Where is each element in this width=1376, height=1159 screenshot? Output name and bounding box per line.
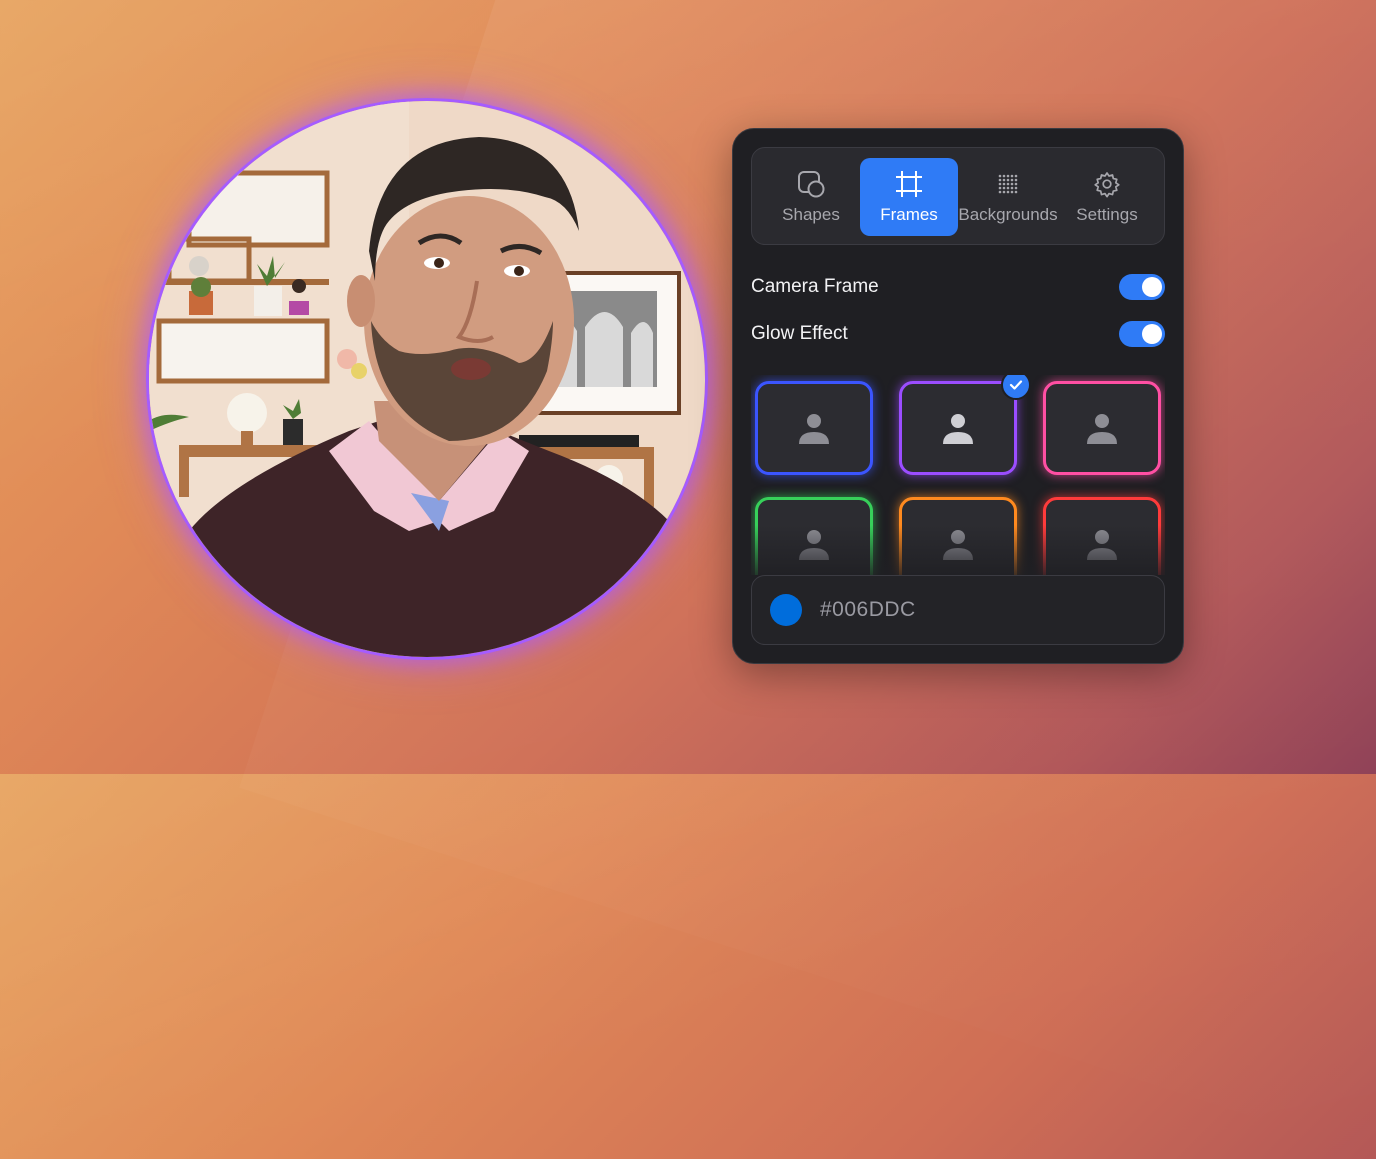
camera-frame-label: Camera Frame — [751, 276, 879, 297]
camera-preview[interactable] — [146, 98, 708, 660]
tab-label: Frames — [880, 205, 938, 224]
tab-label: Settings — [1076, 205, 1138, 224]
color-hex-field[interactable]: #006DDC — [751, 575, 1165, 645]
color-swatch[interactable] — [770, 594, 802, 626]
tab-bar: Shapes Frames Backgrounds Settings — [751, 147, 1165, 245]
toggle-knob — [1142, 324, 1162, 344]
frame-option-blue[interactable] — [755, 381, 873, 475]
camera-frame-toggle[interactable] — [1119, 274, 1165, 300]
person-icon — [1087, 414, 1117, 444]
frame-crop-icon — [896, 171, 922, 197]
selected-check-icon — [1001, 375, 1031, 400]
person-icon — [799, 414, 829, 444]
gear-icon — [1094, 172, 1120, 198]
tab-settings[interactable]: Settings — [1058, 158, 1156, 236]
camera-frame-row: Camera Frame — [751, 272, 1165, 302]
glow-effect-label: Glow Effect — [751, 323, 848, 344]
tab-label: Shapes — [782, 205, 840, 224]
frames-panel: Shapes Frames Backgrounds Settings Camer… — [732, 128, 1184, 664]
glow-effect-toggle[interactable] — [1119, 321, 1165, 347]
color-hex-value: #006DDC — [820, 598, 916, 621]
frame-style-grid — [751, 375, 1165, 575]
toggle-knob — [1142, 277, 1162, 297]
tab-frames[interactable]: Frames — [860, 158, 958, 236]
glow-effect-row: Glow Effect — [751, 319, 1165, 349]
camera-image — [149, 101, 705, 657]
frame-option-pink[interactable] — [1043, 381, 1161, 475]
scroll-fade — [751, 525, 1165, 575]
dot-grid-icon — [998, 174, 1018, 194]
tab-shapes[interactable]: Shapes — [762, 158, 860, 236]
tab-label: Backgrounds — [958, 205, 1058, 224]
shapes-icon — [798, 171, 825, 198]
frame-option-purple[interactable] — [899, 381, 1017, 475]
person-icon — [943, 414, 973, 444]
tab-backgrounds[interactable]: Backgrounds — [958, 158, 1058, 236]
